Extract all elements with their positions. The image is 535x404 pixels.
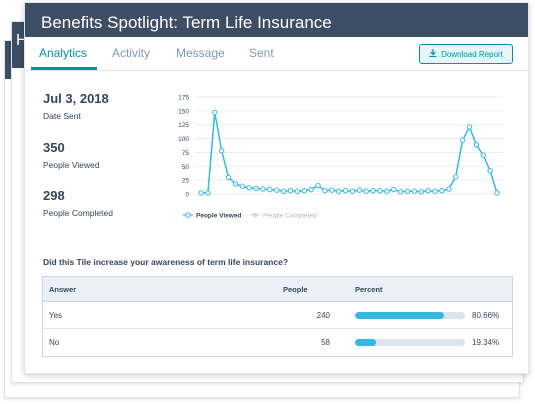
data-point [329, 187, 335, 193]
data-point [356, 187, 363, 193]
tab-message[interactable]: Message [176, 46, 225, 60]
data-point [315, 182, 321, 189]
y-tick-label: 125 [178, 122, 189, 129]
data-point [322, 187, 328, 194]
percent-cell: 19.34% [472, 338, 500, 347]
legend-label-people-completed: People Completed [263, 213, 317, 220]
data-point [301, 187, 307, 194]
data-point [452, 174, 459, 180]
people-column-header: People [283, 284, 308, 294]
data-point [411, 188, 418, 194]
data-point [198, 190, 204, 196]
people-completed-label: People Completed [43, 208, 113, 218]
answer-column-header: Answer [49, 284, 77, 294]
answer-cell: No [49, 338, 60, 347]
y-tick-label: 100 [178, 136, 189, 143]
people-viewed-value: 350 [43, 140, 65, 155]
data-point [494, 190, 500, 196]
views-line-chart: 0 25 50 75 100 125 150 175 People Viewed People C… [178, 95, 503, 220]
percent-bar-fill [355, 312, 444, 319]
data-point [253, 185, 259, 192]
data-point [473, 141, 480, 148]
survey-results-table: Answer People Percent Yes 240 80.66% No … [42, 276, 513, 357]
tab-analytics[interactable]: Analytics [39, 46, 87, 60]
active-tab-indicator [31, 67, 97, 70]
percent-bar [355, 339, 465, 346]
tab-bar: Analytics Activity Message Sent Download… [25, 37, 528, 71]
data-point [349, 188, 356, 194]
data-point [280, 188, 287, 194]
data-point [391, 186, 397, 193]
data-point [212, 109, 218, 116]
data-point [466, 124, 473, 130]
data-point [363, 188, 369, 194]
y-tick-label: 75 [182, 150, 190, 157]
people-completed-value: 298 [43, 188, 65, 203]
percent-cell: 80.66% [472, 310, 500, 320]
data-point [267, 186, 273, 193]
card-header: Benefits Spotlight: Term Life Insurance [25, 3, 528, 37]
data-point [205, 190, 211, 196]
data-point [342, 187, 349, 194]
data-point [218, 148, 225, 154]
people-cell: 240 [316, 310, 330, 320]
table-row: Yes 240 80.66% [43, 302, 512, 329]
answer-cell: Yes [49, 310, 63, 320]
survey-question: Did this Tile increase your awareness of… [43, 257, 289, 267]
date-sent-value: Jul 3, 2018 [43, 91, 109, 106]
download-report-label: Download Report [441, 49, 503, 59]
data-point [432, 188, 438, 194]
percent-bar [355, 312, 465, 319]
data-point [487, 168, 493, 174]
people-cell: 58 [321, 338, 330, 347]
data-point [274, 187, 280, 193]
data-point [335, 188, 342, 194]
percent-bar-fill [355, 339, 377, 346]
people-viewed-label: People Viewed [43, 160, 100, 170]
data-point [287, 187, 294, 194]
data-point [418, 189, 424, 195]
data-point [425, 187, 431, 194]
legend-dot-people-viewed [185, 212, 191, 218]
benefits-spotlight-card: Benefits Spotlight: Term Life Insurance … [24, 2, 529, 374]
download-report-button[interactable]: Download Report [419, 44, 513, 64]
y-tick-label: 175 [178, 95, 189, 102]
percent-column-header: Percent [355, 284, 383, 294]
legend-dot-people-completed [252, 212, 258, 218]
data-point [370, 187, 376, 194]
table-row: No 58 19.34% [43, 329, 512, 356]
data-point [294, 188, 301, 194]
data-point [480, 152, 486, 158]
date-sent-label: Date Sent [43, 111, 81, 121]
tab-activity[interactable]: Activity [112, 46, 150, 60]
data-point [246, 185, 252, 191]
data-point [232, 181, 239, 187]
data-point [397, 189, 404, 195]
data-point [377, 187, 383, 194]
download-icon [429, 49, 437, 59]
data-point [225, 174, 232, 181]
data-point [384, 188, 390, 194]
legend-label-people-viewed: People Viewed [196, 213, 241, 220]
card-title: Benefits Spotlight: Term Life Insurance [41, 13, 332, 32]
table-header-row: Answer People Percent [43, 277, 512, 302]
y-tick-label: 0 [185, 192, 189, 199]
data-point [308, 186, 314, 193]
data-point [239, 183, 246, 189]
y-tick-label: 50 [182, 164, 190, 171]
data-point [439, 187, 445, 194]
data-point [404, 188, 411, 194]
data-point [459, 137, 466, 143]
y-tick-label: 25 [182, 178, 190, 185]
tab-sent[interactable]: Sent [249, 46, 274, 60]
data-point [446, 186, 452, 192]
data-point [260, 186, 266, 192]
y-tick-label: 150 [178, 108, 189, 115]
